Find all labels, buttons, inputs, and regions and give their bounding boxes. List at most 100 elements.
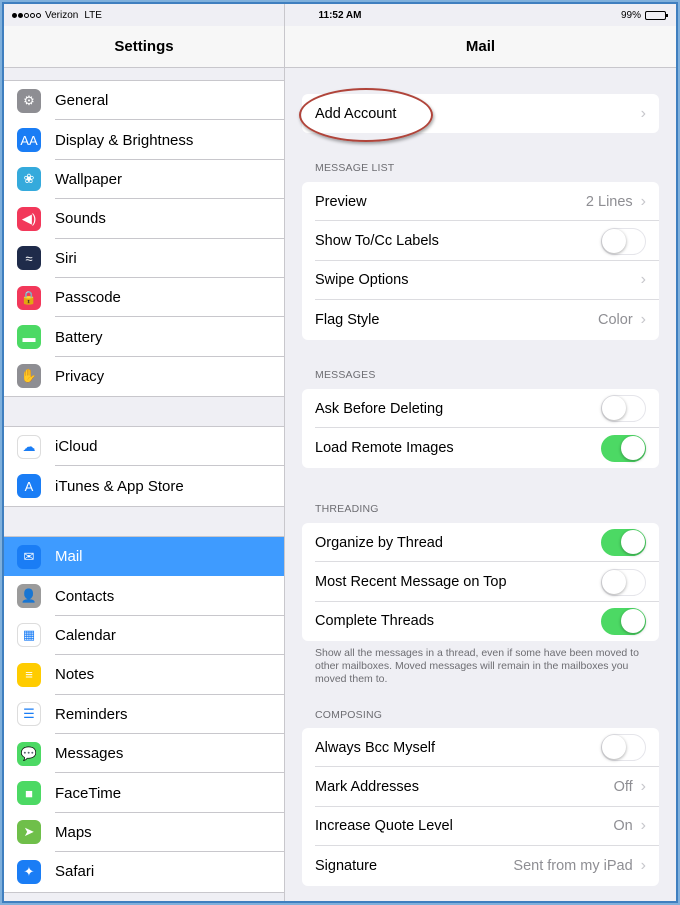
chevron-right-icon: › — [640, 104, 646, 122]
status-time: 11:52 AM — [318, 10, 362, 21]
sidebar-item-label: Mail — [55, 548, 83, 566]
sidebar-group-accounts: ☁ iCloud AiTunes & App Store — [4, 426, 284, 507]
sidebar-item-display-brightness[interactable]: AA Display & Brightness — [4, 120, 284, 160]
notes-icon: ≡ — [17, 662, 41, 687]
safari-icon: ✦ — [17, 859, 41, 884]
organize-by-thread-label: Organize by Thread — [315, 534, 443, 551]
speaker-icon: ◀) — [17, 206, 41, 231]
section-header-composing: COMPOSING — [315, 709, 383, 721]
sidebar-item-label: Reminders — [55, 705, 128, 723]
facetime-icon: ■ — [17, 781, 41, 806]
sidebar-group-apps: ✉ Mail 👤 Contacts ▦ Calendar ≡ Notes ☰ Reminders 💬… — [4, 536, 284, 893]
sidebar-item-messages[interactable]: 💬 Messages — [4, 734, 284, 774]
sidebar-item-label: iCloud — [55, 438, 98, 456]
sidebar-item-facetime[interactable]: ■ FaceTime — [4, 773, 284, 813]
message-list-card: Preview 2 Lines › Show To/Cc Labels Swip… — [302, 182, 659, 340]
sidebar-item-reminders[interactable]: ☰ Reminders — [4, 695, 284, 734]
load-remote-images-row: Load Remote Images — [302, 428, 659, 467]
most-recent-on-top-toggle[interactable] — [601, 568, 646, 596]
display-brightness-icon: AA — [17, 128, 41, 153]
chevron-right-icon: › — [640, 856, 646, 874]
flag-style-value: Color — [598, 311, 633, 328]
mark-addresses-label: Mark Addresses — [315, 779, 419, 796]
sidebar-item-privacy[interactable]: ✋ Privacy — [4, 357, 284, 396]
sidebar-item-label: Battery — [55, 328, 103, 346]
flag-style-label: Flag Style — [315, 311, 380, 328]
sidebar-item-label: Siri — [55, 249, 77, 267]
sidebar-item-maps[interactable]: ➤ Maps — [4, 813, 284, 853]
calendar-icon: ▦ — [17, 623, 41, 648]
sidebar-item-label: Safari — [55, 863, 95, 881]
reminders-icon: ☰ — [17, 702, 41, 727]
complete-threads-row: Complete Threads — [302, 602, 659, 641]
organize-by-thread-toggle[interactable] — [601, 529, 646, 557]
ask-before-deleting-toggle[interactable] — [601, 395, 646, 423]
sidebar-item-notes[interactable]: ≡ Notes — [4, 655, 284, 695]
organize-by-thread-row: Organize by Thread — [302, 523, 659, 563]
chevron-right-icon: › — [640, 778, 646, 796]
always-bcc-label: Always Bcc Myself — [315, 739, 436, 756]
ask-before-deleting-row: Ask Before Deleting — [302, 389, 659, 429]
show-tocc-row: Show To/Cc Labels — [302, 221, 659, 261]
sidebar-item-label: Maps — [55, 823, 92, 841]
sidebar-item-contacts[interactable]: 👤 Contacts — [4, 576, 284, 616]
battery-status: 99% — [621, 10, 668, 21]
complete-threads-toggle[interactable] — [601, 607, 646, 635]
sidebar-item-label: Privacy — [55, 367, 105, 385]
sidebar-item-calendar[interactable]: ▦ Calendar — [4, 616, 284, 656]
most-recent-on-top-row: Most Recent Message on Top — [302, 562, 659, 602]
section-header-messages: MESSAGES — [315, 369, 376, 381]
most-recent-on-top-label: Most Recent Message on Top — [315, 574, 507, 591]
threading-footnote: Show all the messages in a thread, even … — [315, 647, 639, 685]
load-remote-images-toggle[interactable] — [601, 434, 646, 462]
maps-icon: ➤ — [17, 820, 41, 845]
mark-addresses-row[interactable]: Mark Addresses Off › — [302, 767, 659, 807]
battery-icon: ▬ — [17, 325, 41, 350]
chevron-right-icon: › — [640, 271, 646, 289]
swipe-options-label: Swipe Options — [315, 272, 409, 289]
show-tocc-label: Show To/Cc Labels — [315, 233, 439, 250]
show-tocc-toggle[interactable] — [601, 227, 646, 255]
add-account-row[interactable]: Add Account › — [302, 94, 659, 133]
signature-value: Sent from my iPad — [513, 857, 633, 874]
sidebar-item-passcode[interactable]: 🔒 Passcode — [4, 278, 284, 318]
increase-quote-level-label: Increase Quote Level — [315, 818, 453, 835]
hand-icon: ✋ — [17, 364, 41, 389]
battery-icon — [645, 11, 668, 20]
sidebar-item-icloud[interactable]: ☁ iCloud — [4, 427, 284, 467]
sidebar-item-label: Sounds — [55, 210, 106, 228]
preview-value: 2 Lines — [585, 193, 633, 210]
add-account-card: Add Account › — [302, 94, 659, 134]
sidebar-item-label: iTunes & App Store — [55, 477, 184, 495]
always-bcc-toggle[interactable] — [601, 734, 646, 762]
app-store-icon: A — [17, 474, 41, 499]
sidebar-item-siri[interactable]: ≈ Siri — [4, 239, 284, 278]
sidebar-item-general[interactable]: ⚙ General — [4, 81, 284, 121]
sidebar-item-label: Calendar — [55, 626, 116, 644]
sidebar-item-wallpaper[interactable]: ❀ Wallpaper — [4, 160, 284, 200]
sidebar-item-battery[interactable]: ▬ Battery — [4, 317, 284, 357]
sidebar-item-label: Contacts — [55, 587, 115, 605]
sidebar-item-itunes-app-store[interactable]: AiTunes & App Store — [4, 466, 284, 505]
always-bcc-row: Always Bcc Myself — [302, 728, 659, 768]
increase-quote-level-row[interactable]: Increase Quote Level On › — [302, 807, 659, 847]
sidebar-item-safari[interactable]: ✦ Safari — [4, 852, 284, 891]
ask-before-deleting-label: Ask Before Deleting — [315, 400, 444, 417]
swipe-options-row[interactable]: Swipe Options › — [302, 261, 659, 301]
messages-card: Ask Before Deleting Load Remote Images — [302, 389, 659, 468]
signature-row[interactable]: Signature Sent from my iPad › — [302, 846, 659, 885]
sidebar-item-label: FaceTime — [55, 784, 122, 802]
preview-row[interactable]: Preview 2 Lines › — [302, 182, 659, 222]
sidebar-title: Settings — [4, 26, 284, 68]
sidebar-item-sounds[interactable]: ◀) Sounds — [4, 199, 284, 239]
complete-threads-label: Complete Threads — [315, 613, 435, 630]
flag-style-row[interactable]: Flag Style Color › — [302, 300, 659, 339]
sidebar-item-mail[interactable]: ✉ Mail — [4, 537, 284, 577]
preview-label: Preview — [315, 193, 367, 210]
chevron-right-icon: › — [640, 817, 646, 835]
section-header-message-list: MESSAGE LIST — [315, 162, 395, 174]
sidebar-item-label: Display & Brightness — [55, 131, 194, 149]
chevron-right-icon: › — [640, 192, 646, 210]
mark-addresses-value: Off — [613, 779, 633, 796]
sidebar-item-label: Messages — [55, 745, 124, 763]
